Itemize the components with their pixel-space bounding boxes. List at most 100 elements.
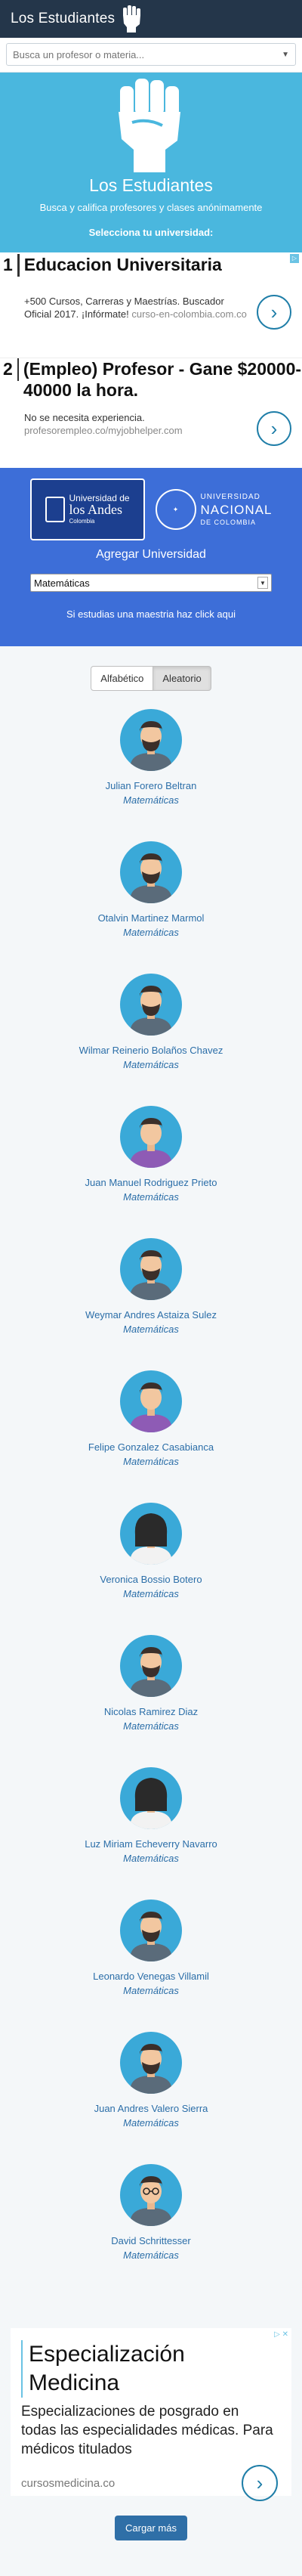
universities-section: Universidad de los Andes Colombia ✦ UNIV… bbox=[0, 468, 302, 646]
hero-section: Los Estudiantes Busca y califica profeso… bbox=[0, 73, 302, 252]
professor-name[interactable]: Luz Miriam Echeverry Navarro bbox=[0, 1838, 302, 1850]
professor-area: Matemáticas bbox=[123, 1059, 179, 1070]
search-input[interactable] bbox=[13, 48, 282, 60]
andes-line2: los Andes bbox=[69, 501, 123, 517]
avatar[interactable] bbox=[120, 2164, 182, 2226]
avatar[interactable] bbox=[120, 1238, 182, 1300]
professor-card[interactable]: Leonardo Venegas Villamil Matemáticas bbox=[0, 1886, 302, 2018]
chevron-right-icon: › bbox=[270, 300, 278, 324]
hero-subtitle: Busca y califica profesores y clases anó… bbox=[39, 202, 263, 213]
ad-title[interactable]: (Empleo) Profesor - Gane $20000-40000 la… bbox=[23, 358, 302, 401]
brand-title[interactable]: Los Estudiantes bbox=[11, 11, 115, 27]
ad-empleo[interactable]: 2 (Empleo) Profesor - Gane $20000-40000 … bbox=[0, 358, 302, 468]
ad-description: +500 Cursos, Carreras y Maestrías. Busca… bbox=[24, 296, 247, 320]
masters-link[interactable]: Si estudias una maestria haz click aqui bbox=[0, 608, 302, 620]
ad-arrow-button[interactable]: › bbox=[257, 411, 291, 446]
professor-card[interactable]: Juan Manuel Rodriguez Prieto Matemáticas bbox=[0, 1092, 302, 1225]
avatar[interactable] bbox=[120, 1370, 182, 1432]
professor-area: Matemáticas bbox=[123, 1853, 179, 1864]
university-andes-logo[interactable]: Universidad de los Andes Colombia bbox=[29, 478, 145, 540]
professor-name[interactable]: Otalvin Martinez Marmol bbox=[0, 912, 302, 924]
professor-name[interactable]: Juan Manuel Rodriguez Prieto bbox=[0, 1177, 302, 1188]
chevron-down-icon[interactable]: ▼ bbox=[257, 577, 268, 589]
search-box[interactable]: ▼ bbox=[6, 43, 296, 66]
ad-divider bbox=[17, 358, 19, 381]
avatar[interactable] bbox=[120, 974, 182, 1036]
professor-list: Julian Forero Beltran Matemáticas Otalvi… bbox=[0, 695, 302, 2283]
professor-area: Matemáticas bbox=[123, 2249, 179, 2261]
professor-area: Matemáticas bbox=[123, 1720, 179, 1732]
fist-logo-icon[interactable] bbox=[121, 5, 142, 33]
professor-card[interactable]: Juan Andres Valero Sierra Matemáticas bbox=[0, 2018, 302, 2150]
ad-arrow-button[interactable]: › bbox=[242, 2465, 278, 2501]
ad-divider bbox=[17, 254, 20, 277]
professor-card[interactable]: David Schrittesser Matemáticas bbox=[0, 2150, 302, 2283]
avatar[interactable] bbox=[120, 1899, 182, 1961]
professor-card[interactable]: Wilmar Reinerio Bolaños Chavez Matemátic… bbox=[0, 960, 302, 1092]
avatar[interactable] bbox=[120, 1767, 182, 1829]
nacional-line2: NACIONAL bbox=[200, 502, 273, 517]
chevron-right-icon: › bbox=[256, 2471, 263, 2494]
ad-url[interactable]: profesorempleo.co/myjobhelper.com bbox=[24, 425, 183, 436]
professor-name[interactable]: Weymar Andres Astaiza Sulez bbox=[0, 1309, 302, 1321]
professor-area: Matemáticas bbox=[123, 1456, 179, 1467]
professor-name[interactable]: Wilmar Reinerio Bolaños Chavez bbox=[0, 1045, 302, 1056]
avatar[interactable] bbox=[120, 841, 182, 903]
professor-card[interactable]: Nicolas Ramirez Diaz Matemáticas bbox=[0, 1621, 302, 1754]
avatar[interactable] bbox=[120, 709, 182, 771]
avatar[interactable] bbox=[120, 1635, 182, 1697]
university-nacional-logo[interactable]: ✦ UNIVERSIDAD NACIONAL DE COLOMBIA bbox=[155, 489, 273, 530]
ad-url[interactable]: curso-en-colombia.com.co bbox=[131, 308, 246, 320]
professor-card[interactable]: Luz Miriam Echeverry Navarro Matemáticas bbox=[0, 1754, 302, 1886]
professor-name[interactable]: Leonardo Venegas Villamil bbox=[0, 1971, 302, 1982]
avatar[interactable] bbox=[120, 1106, 182, 1168]
professor-name[interactable]: Julian Forero Beltran bbox=[0, 780, 302, 791]
professor-card[interactable]: Julian Forero Beltran Matemáticas bbox=[0, 695, 302, 828]
subject-select[interactable]: Matemáticas ▼ bbox=[30, 574, 272, 592]
ad-choices-icon[interactable]: ▷ bbox=[290, 254, 299, 263]
hero-title: Los Estudiantes bbox=[89, 175, 213, 195]
search-bar: ▼ bbox=[0, 38, 302, 73]
ad-title[interactable]: Educacion Universitaria bbox=[24, 254, 222, 275]
sort-alphabetic-button[interactable]: Alfabético bbox=[91, 666, 154, 691]
professor-area: Matemáticas bbox=[123, 1191, 179, 1203]
sort-random-button[interactable]: Aleatorio bbox=[153, 666, 211, 691]
ad-medicina[interactable]: ▷ ✕ Especialización Medicina Especializa… bbox=[11, 2328, 291, 2501]
professor-area: Matemáticas bbox=[123, 1985, 179, 1996]
fist-logo-icon bbox=[119, 79, 180, 172]
andes-shield-icon bbox=[45, 497, 65, 522]
ad-number: 2 bbox=[3, 359, 13, 379]
professor-area: Matemáticas bbox=[123, 927, 179, 938]
professor-area: Matemáticas bbox=[123, 1324, 179, 1335]
ad-educacion[interactable]: ▷ 1 Educacion Universitaria +500 Cursos,… bbox=[0, 252, 302, 358]
ad-description: No se necesita experiencia. profesorempl… bbox=[24, 412, 183, 436]
professor-name[interactable]: David Schrittesser bbox=[0, 2235, 302, 2246]
professor-card[interactable]: Weymar Andres Astaiza Sulez Matemáticas bbox=[0, 1225, 302, 1357]
andes-line3: Colombia bbox=[69, 517, 95, 525]
chevron-right-icon: › bbox=[270, 416, 278, 440]
chevron-down-icon[interactable]: ▼ bbox=[282, 51, 289, 59]
professor-name[interactable]: Veronica Bossio Botero bbox=[0, 1574, 302, 1585]
professor-area: Matemáticas bbox=[123, 2117, 179, 2129]
professor-name[interactable]: Felipe Gonzalez Casabianca bbox=[0, 1441, 302, 1453]
add-university-link[interactable]: Agregar Universidad bbox=[0, 548, 302, 562]
professor-card[interactable]: Otalvin Martinez Marmol Matemáticas bbox=[0, 828, 302, 960]
subject-select-value: Matemáticas bbox=[34, 577, 90, 589]
professor-card[interactable]: Felipe Gonzalez Casabianca Matemáticas bbox=[0, 1357, 302, 1489]
ad-url[interactable]: cursosmedicina.co bbox=[21, 2477, 115, 2490]
ad-description: Especializaciones de posgrado en todas l… bbox=[21, 2404, 273, 2457]
professor-name[interactable]: Nicolas Ramirez Diaz bbox=[0, 1706, 302, 1717]
professor-card[interactable]: Veronica Bossio Botero Matemáticas bbox=[0, 1489, 302, 1621]
choose-university-label: Selecciona tu universidad: bbox=[88, 227, 214, 238]
sort-toggle: Alfabético Aleatorio bbox=[0, 666, 302, 691]
top-bar: Los Estudiantes bbox=[0, 0, 302, 38]
load-more-wrap: Cargar más bbox=[0, 2516, 302, 2540]
ad-arrow-button[interactable]: › bbox=[257, 295, 291, 330]
ad-title[interactable]: Especialización Medicina bbox=[21, 2340, 278, 2398]
avatar[interactable] bbox=[120, 2032, 182, 2094]
professor-name[interactable]: Juan Andres Valero Sierra bbox=[0, 2103, 302, 2114]
load-more-button[interactable]: Cargar más bbox=[115, 2516, 187, 2540]
ad-choices-icon[interactable]: ▷ ✕ bbox=[274, 2330, 288, 2339]
nacional-seal-icon: ✦ bbox=[155, 489, 196, 530]
avatar[interactable] bbox=[120, 1503, 182, 1565]
